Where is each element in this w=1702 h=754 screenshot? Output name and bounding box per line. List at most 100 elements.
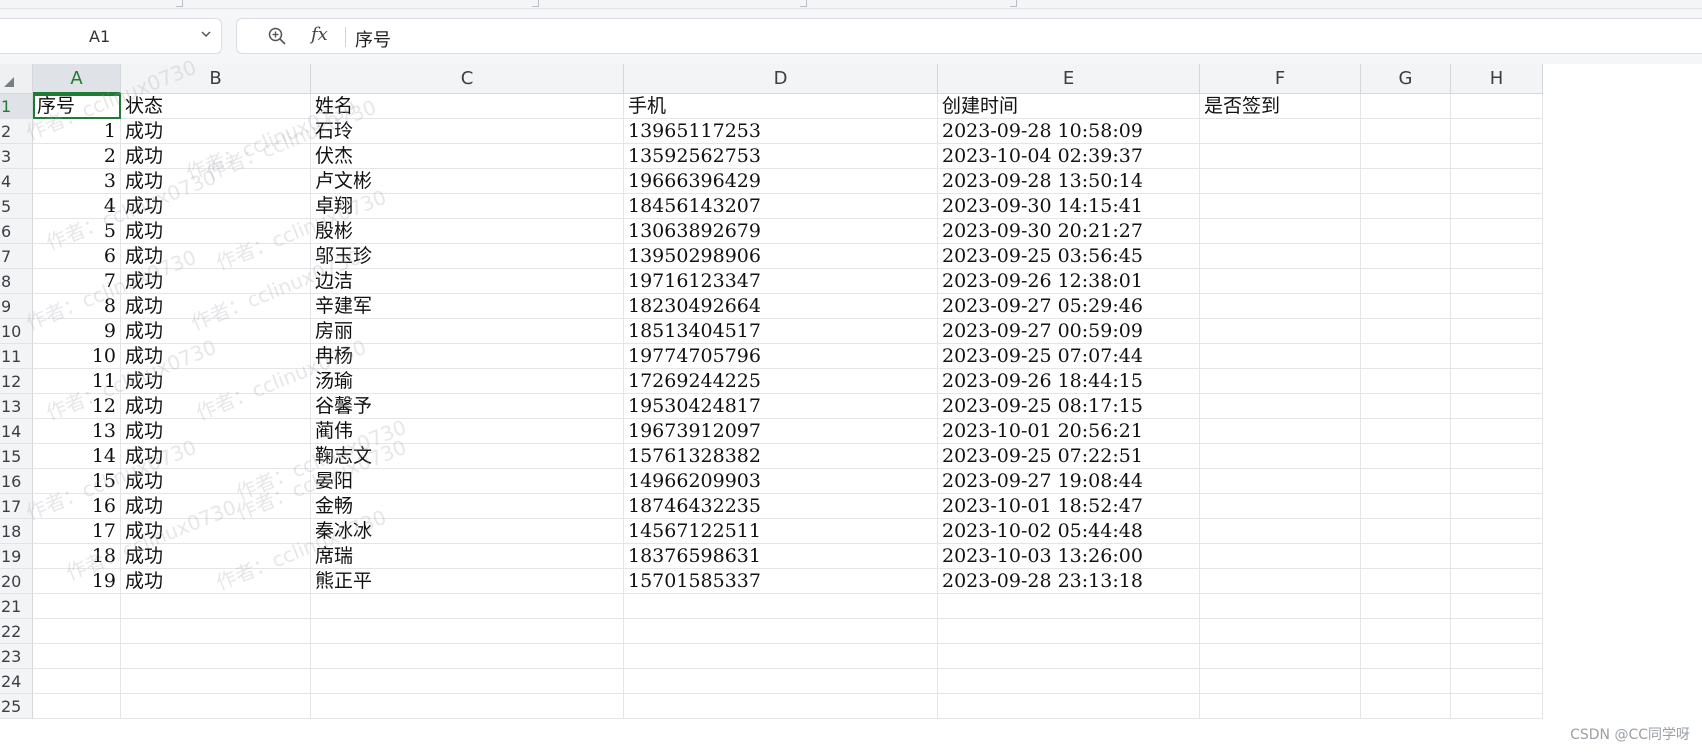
row-header-14[interactable]: 14: [0, 419, 33, 444]
cell-c23[interactable]: [311, 644, 624, 669]
cell-e15[interactable]: 2023-09-25 07:22:51: [938, 444, 1200, 469]
cell-a11[interactable]: 10: [33, 344, 121, 369]
cell-b21[interactable]: [121, 594, 311, 619]
cell-c16[interactable]: 晏阳: [311, 469, 624, 494]
row-header-18[interactable]: 18: [0, 519, 33, 544]
ribbon-group-launcher-icon[interactable]: [532, 0, 539, 7]
cell-g1[interactable]: [1361, 94, 1451, 119]
cell-a8[interactable]: 7: [33, 269, 121, 294]
cell-g10[interactable]: [1361, 319, 1451, 344]
cell-h7[interactable]: [1451, 244, 1543, 269]
cell-c11[interactable]: 冉杨: [311, 344, 624, 369]
cell-b23[interactable]: [121, 644, 311, 669]
cell-d17[interactable]: 18746432235: [624, 494, 938, 519]
cell-f8[interactable]: [1200, 269, 1361, 294]
cell-f6[interactable]: [1200, 219, 1361, 244]
cell-d5[interactable]: 18456143207: [624, 194, 938, 219]
cell-c12[interactable]: 汤瑜: [311, 369, 624, 394]
cell-e8[interactable]: 2023-09-26 12:38:01: [938, 269, 1200, 294]
cell-g6[interactable]: [1361, 219, 1451, 244]
cell-f1[interactable]: 是否签到: [1200, 94, 1361, 119]
cell-f21[interactable]: [1200, 594, 1361, 619]
cell-g5[interactable]: [1361, 194, 1451, 219]
cell-d12[interactable]: 17269244225: [624, 369, 938, 394]
chevron-down-icon[interactable]: [199, 27, 213, 41]
cell-e6[interactable]: 2023-09-30 20:21:27: [938, 219, 1200, 244]
column-header-f[interactable]: F: [1200, 64, 1361, 94]
cell-a9[interactable]: 8: [33, 294, 121, 319]
cell-e18[interactable]: 2023-10-02 05:44:48: [938, 519, 1200, 544]
cell-d9[interactable]: 18230492664: [624, 294, 938, 319]
cell-g7[interactable]: [1361, 244, 1451, 269]
cell-c17[interactable]: 金畅: [311, 494, 624, 519]
cell-e10[interactable]: 2023-09-27 00:59:09: [938, 319, 1200, 344]
cell-g16[interactable]: [1361, 469, 1451, 494]
cell-h25[interactable]: [1451, 694, 1543, 719]
cell-c25[interactable]: [311, 694, 624, 719]
cell-a1[interactable]: 序号: [33, 94, 121, 119]
cell-d20[interactable]: 15701585337: [624, 569, 938, 594]
cell-a20[interactable]: 19: [33, 569, 121, 594]
cell-d13[interactable]: 19530424817: [624, 394, 938, 419]
cell-a25[interactable]: [33, 694, 121, 719]
cell-e2[interactable]: 2023-09-28 10:58:09: [938, 119, 1200, 144]
cell-b25[interactable]: [121, 694, 311, 719]
cell-a12[interactable]: 11: [33, 369, 121, 394]
cell-e24[interactable]: [938, 669, 1200, 694]
cell-g20[interactable]: [1361, 569, 1451, 594]
cell-g19[interactable]: [1361, 544, 1451, 569]
cell-a24[interactable]: [33, 669, 121, 694]
row-header-1[interactable]: 1: [0, 94, 33, 119]
cell-b20[interactable]: 成功: [121, 569, 311, 594]
cell-f5[interactable]: [1200, 194, 1361, 219]
cell-a21[interactable]: [33, 594, 121, 619]
select-all-icon[interactable]: [0, 64, 33, 94]
cell-b17[interactable]: 成功: [121, 494, 311, 519]
row-header-9[interactable]: 9: [0, 294, 33, 319]
cell-b11[interactable]: 成功: [121, 344, 311, 369]
cell-d18[interactable]: 14567122511: [624, 519, 938, 544]
cell-h4[interactable]: [1451, 169, 1543, 194]
row-header-25[interactable]: 25: [0, 694, 33, 719]
cell-a22[interactable]: [33, 619, 121, 644]
cell-h22[interactable]: [1451, 619, 1543, 644]
zoom-in-icon[interactable]: [267, 26, 287, 46]
cell-d14[interactable]: 19673912097: [624, 419, 938, 444]
cell-c7[interactable]: 邬玉珍: [311, 244, 624, 269]
cell-h6[interactable]: [1451, 219, 1543, 244]
cell-h23[interactable]: [1451, 644, 1543, 669]
cell-d4[interactable]: 19666396429: [624, 169, 938, 194]
cell-c24[interactable]: [311, 669, 624, 694]
row-header-20[interactable]: 20: [0, 569, 33, 594]
cell-b16[interactable]: 成功: [121, 469, 311, 494]
cell-e19[interactable]: 2023-10-03 13:26:00: [938, 544, 1200, 569]
cell-g14[interactable]: [1361, 419, 1451, 444]
cell-f20[interactable]: [1200, 569, 1361, 594]
cell-d7[interactable]: 13950298906: [624, 244, 938, 269]
cell-h8[interactable]: [1451, 269, 1543, 294]
cell-d11[interactable]: 19774705796: [624, 344, 938, 369]
cell-e16[interactable]: 2023-09-27 19:08:44: [938, 469, 1200, 494]
cell-c5[interactable]: 卓翔: [311, 194, 624, 219]
column-header-h[interactable]: H: [1451, 64, 1543, 94]
column-header-c[interactable]: C: [311, 64, 624, 94]
cell-a4[interactable]: 3: [33, 169, 121, 194]
cell-g17[interactable]: [1361, 494, 1451, 519]
cell-b22[interactable]: [121, 619, 311, 644]
cell-b9[interactable]: 成功: [121, 294, 311, 319]
row-header-13[interactable]: 13: [0, 394, 33, 419]
cell-d2[interactable]: 13965117253: [624, 119, 938, 144]
cell-f19[interactable]: [1200, 544, 1361, 569]
cell-b7[interactable]: 成功: [121, 244, 311, 269]
cell-b19[interactable]: 成功: [121, 544, 311, 569]
cell-c6[interactable]: 殷彬: [311, 219, 624, 244]
cell-e12[interactable]: 2023-09-26 18:44:15: [938, 369, 1200, 394]
cell-c14[interactable]: 蔺伟: [311, 419, 624, 444]
cell-e25[interactable]: [938, 694, 1200, 719]
cell-f18[interactable]: [1200, 519, 1361, 544]
cell-b5[interactable]: 成功: [121, 194, 311, 219]
cell-a23[interactable]: [33, 644, 121, 669]
cell-g13[interactable]: [1361, 394, 1451, 419]
cell-e17[interactable]: 2023-10-01 18:52:47: [938, 494, 1200, 519]
cell-c2[interactable]: 石玲: [311, 119, 624, 144]
